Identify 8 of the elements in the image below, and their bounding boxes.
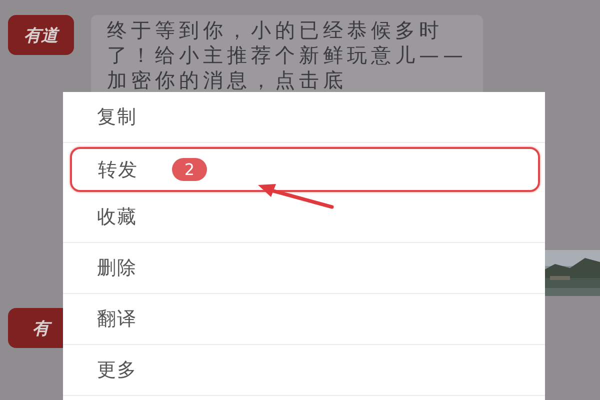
menu-item[interactable]: 复制 <box>63 92 545 143</box>
menu-item[interactable]: 收藏 <box>63 192 545 243</box>
step-badge: 2 <box>172 158 207 181</box>
menu-item[interactable]: 翻译 <box>63 294 545 345</box>
menu-item[interactable]: 转发 2 <box>70 147 540 192</box>
menu-item[interactable]: 删除 <box>63 243 545 294</box>
app-logo: 有道 <box>8 15 74 55</box>
menu-item[interactable]: 更多 <box>63 345 545 396</box>
